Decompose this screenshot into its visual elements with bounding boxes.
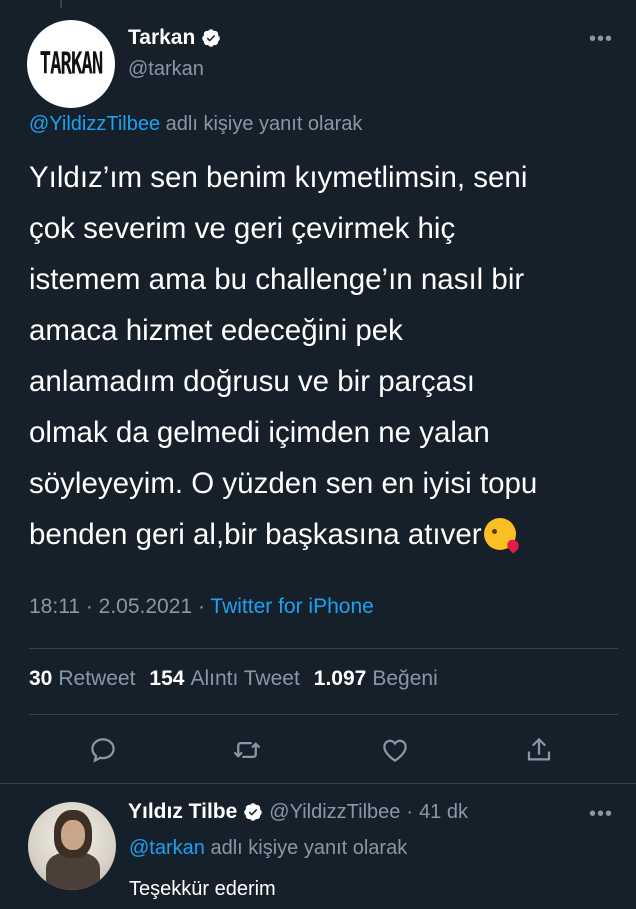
reply-mention-link[interactable]: @tarkan: [129, 837, 205, 859]
tweet-date[interactable]: 2.05.2021: [99, 595, 192, 618]
share-icon[interactable]: [524, 735, 554, 765]
reply-separator: ·: [406, 800, 414, 823]
reply-author-row: Yıldız Tilbe @YildizzTilbee · 41 dk: [128, 800, 468, 824]
like-icon[interactable]: [380, 735, 410, 765]
tweet-actions: [0, 730, 636, 770]
reply-context-suffix: adlı kişiye yanıt olarak: [204, 837, 408, 859]
divider: [29, 648, 618, 649]
tarkan-logo: TARKAN: [39, 46, 104, 82]
thread-connector-line: [60, 0, 62, 8]
quote-tweet-stat[interactable]: 154 Alıntı Tweet: [149, 667, 299, 691]
meta-separator: ·: [85, 595, 99, 618]
tweet-text-content: Yıldız’ım sen benim kıymetlimsin, seni ç…: [29, 161, 538, 551]
tarkan-avatar[interactable]: TARKAN: [27, 20, 115, 108]
reply-time[interactable]: 41 dk: [419, 801, 468, 824]
tweet-stats: 30 Retweet 154 Alıntı Tweet 1.097 Beğeni: [29, 667, 438, 691]
author-handle[interactable]: @tarkan: [128, 58, 204, 81]
reply-reply-context: @tarkan adlı kişiye yanıt olarak: [129, 837, 407, 860]
author-name-row[interactable]: Tarkan: [128, 26, 221, 50]
retweet-icon[interactable]: [232, 735, 262, 765]
tweet-meta: 18:11 · 2.05.2021 · Twitter for iPhone: [29, 595, 374, 619]
yildiz-tilbe-avatar[interactable]: [28, 802, 116, 890]
divider: [0, 783, 636, 784]
tweet-text: Yıldız’ım sen benim kıymetlimsin, seni ç…: [29, 152, 619, 560]
face-blowing-a-kiss-emoji: [483, 518, 516, 550]
divider: [29, 714, 618, 715]
meta-separator: ·: [197, 595, 211, 618]
verified-badge-icon: [244, 803, 263, 821]
reply-context: @YildizzTilbee adlı kişiye yanıt olarak: [29, 113, 362, 136]
reply-text: Teşekkür ederim: [129, 878, 276, 900]
reply-mention-link[interactable]: @YildizzTilbee: [29, 113, 160, 135]
avatar-figure-face: [61, 820, 85, 850]
author-display-name[interactable]: Tarkan: [128, 26, 195, 50]
tweet-source-link[interactable]: Twitter for iPhone: [210, 595, 373, 618]
reply-handle[interactable]: @YildizzTilbee: [269, 801, 400, 824]
reply-icon[interactable]: [88, 735, 118, 765]
like-stat[interactable]: 1.097 Beğeni: [314, 667, 438, 691]
reply-display-name[interactable]: Yıldız Tilbe: [128, 800, 237, 824]
more-options-icon[interactable]: •••: [589, 28, 613, 51]
tweet-time[interactable]: 18:11: [29, 595, 80, 618]
reply-context-suffix: adlı kişiye yanıt olarak: [160, 113, 363, 135]
retweet-stat[interactable]: 30 Retweet: [29, 667, 135, 691]
verified-badge-icon: [202, 29, 221, 47]
reply-more-options-icon[interactable]: •••: [589, 803, 613, 826]
